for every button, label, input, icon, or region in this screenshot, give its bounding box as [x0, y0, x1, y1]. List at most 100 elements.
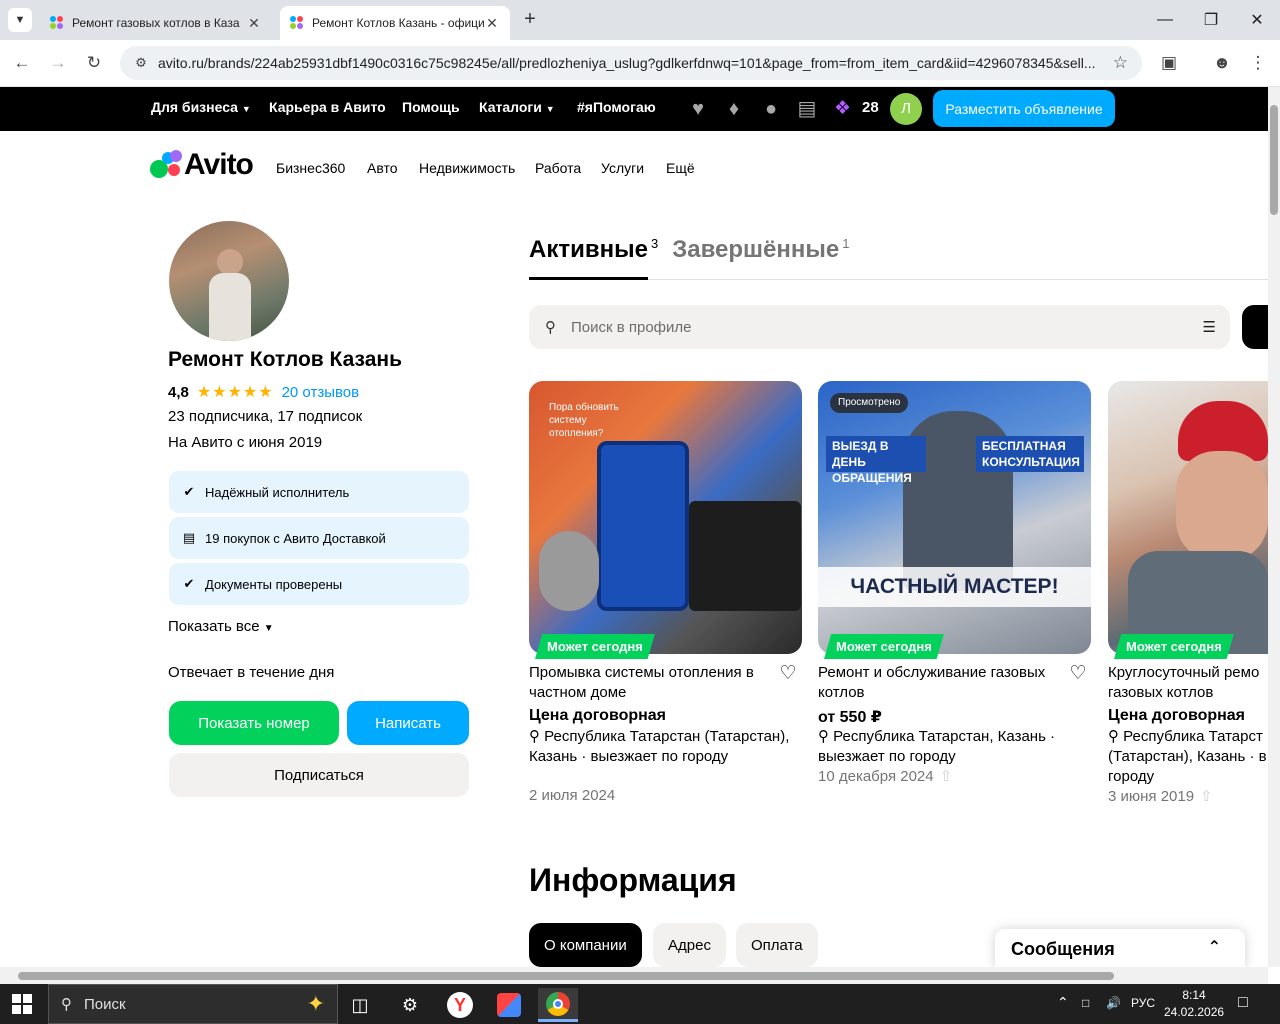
- image-caption: Пора обновить систему отопления?: [549, 402, 619, 439]
- catnav-realty[interactable]: Недвижимость: [419, 160, 515, 176]
- bell-icon[interactable]: ♦: [722, 97, 746, 121]
- extensions-icon[interactable]: ▣: [1156, 50, 1182, 76]
- chevron-down-icon: ▼: [263, 623, 274, 634]
- listing-title[interactable]: Круглосуточный ремо газовых котлов: [1108, 663, 1268, 703]
- nav-help[interactable]: Помощь: [402, 99, 460, 115]
- listing-image[interactable]: Пора обновить систему отопления?: [529, 381, 802, 654]
- site-settings-icon[interactable]: ⚙: [132, 54, 150, 72]
- address-bar[interactable]: ⚙ avito.ru/brands/224ab25931dbf1490c0316…: [120, 46, 1142, 80]
- listing-photo-cases: [689, 501, 801, 611]
- available-today-badge: Может сегодня: [535, 634, 655, 659]
- nav-catalogs[interactable]: Каталоги ▼: [479, 99, 555, 115]
- listing-image[interactable]: [1108, 381, 1268, 654]
- taskbar-clock[interactable]: 8:14 24.02.2026: [1164, 987, 1224, 1021]
- badge-delivery[interactable]: ▤ 19 покупок с Авито Доставкой: [169, 517, 469, 559]
- reviews-link[interactable]: 20 отзывов: [282, 384, 360, 401]
- coins-count: 28: [862, 99, 879, 116]
- window-close-button[interactable]: ✕: [1234, 0, 1280, 40]
- input-language[interactable]: РУС: [1131, 996, 1155, 1010]
- cart-icon[interactable]: ▤: [795, 97, 819, 121]
- seller-rating: 4,8 ★★★★★ 20 отзывов: [168, 382, 359, 402]
- horizontal-scrollbar[interactable]: [0, 967, 1268, 984]
- badge-reliable[interactable]: ✔ Надёжный исполнитель: [169, 471, 469, 513]
- rating-value: 4,8: [168, 383, 189, 401]
- catnav-auto[interactable]: Авто: [367, 160, 398, 176]
- filter-icon[interactable]: ☰: [1203, 318, 1216, 336]
- yandex-browser-icon[interactable]: Y: [440, 988, 480, 1022]
- listing-title[interactable]: Промывка системы отопления в частном дом…: [529, 663, 779, 703]
- tab-completed[interactable]: Завершённые 1: [672, 236, 849, 264]
- listing-date: 3 июня 2019 ⇧: [1108, 788, 1213, 805]
- back-arrow-icon[interactable]: ←: [9, 50, 35, 76]
- messages-label: Сообщения: [1011, 938, 1115, 959]
- listing-date: 2 июля 2024: [529, 787, 616, 804]
- avito-logo[interactable]: Avito: [150, 148, 254, 182]
- vertical-scrollbar[interactable]: [1268, 87, 1280, 967]
- favorite-heart-icon[interactable]: ♡: [777, 662, 799, 684]
- forward-arrow-icon[interactable]: →: [45, 50, 71, 76]
- profile-icon[interactable]: ☻: [1209, 50, 1235, 76]
- chevron-up-icon[interactable]: ⌃: [1208, 937, 1221, 957]
- chip-address[interactable]: Адрес: [653, 923, 726, 967]
- browser-tab-1[interactable]: Ремонт газовых котлов в Каза ✕: [40, 6, 272, 40]
- favorite-heart-icon[interactable]: ♡: [1067, 662, 1089, 684]
- catnav-services[interactable]: Услуги: [601, 160, 644, 176]
- reload-icon[interactable]: ↻: [81, 50, 107, 76]
- minimize-button[interactable]: —: [1142, 0, 1188, 40]
- subscribe-button[interactable]: Подписаться: [169, 753, 469, 797]
- windows-start-icon[interactable]: [12, 994, 32, 1014]
- close-icon[interactable]: ✕: [246, 15, 262, 32]
- url-text: avito.ru/brands/224ab25931dbf1490c0316c7…: [158, 55, 1096, 71]
- ticket-icon[interactable]: ❖: [834, 97, 851, 120]
- task-view-icon[interactable]: ◫: [340, 988, 380, 1022]
- maximize-button[interactable]: ❐: [1188, 0, 1234, 40]
- active-tab-indicator: [529, 277, 648, 280]
- taskbar-search[interactable]: ⚲ Поиск ✦: [48, 984, 338, 1024]
- catnav-business360[interactable]: Бизнес360: [276, 160, 345, 176]
- scrollbar-thumb[interactable]: [18, 972, 1114, 980]
- browser-menu-icon[interactable]: ⋮: [1245, 50, 1271, 76]
- seller-photo[interactable]: [169, 221, 289, 341]
- close-icon[interactable]: ✕: [484, 15, 500, 32]
- profile-search-input[interactable]: ⚲ Поиск в профиле ☰: [529, 305, 1230, 349]
- bookmark-star-icon[interactable]: ☆: [1113, 53, 1128, 73]
- listing-title[interactable]: Ремонт и обслуживание газовых котлов: [818, 663, 1068, 703]
- settings-gear-icon[interactable]: ⚙: [390, 988, 430, 1022]
- tab-active[interactable]: Активные 3: [529, 236, 658, 264]
- chip-about-company[interactable]: О компании: [529, 923, 642, 967]
- volume-icon[interactable]: 🔊: [1106, 996, 1121, 1010]
- notifications-icon[interactable]: □: [1238, 994, 1248, 1012]
- show-all-button[interactable]: Показать все ▼: [168, 618, 274, 635]
- chrome-icon[interactable]: [538, 988, 578, 1022]
- avito-logo-icon: [150, 150, 182, 180]
- media-app-icon[interactable]: [489, 988, 529, 1022]
- nav-for-business[interactable]: Для бизнеса ▼: [151, 99, 251, 115]
- windows-taskbar: ⚲ Поиск ✦ ◫ ⚙ Y ⌃ □ 🔊 РУС 8:14 24.02.202…: [0, 984, 1280, 1024]
- scrollbar-thumb[interactable]: [1270, 105, 1278, 215]
- tab-search-button[interactable]: ▼: [8, 8, 32, 32]
- catnav-more[interactable]: Ещё: [666, 160, 695, 176]
- post-ad-button[interactable]: Разместить объявление: [933, 90, 1115, 127]
- show-number-button[interactable]: Показать номер: [169, 701, 339, 745]
- nav-ipomogayu[interactable]: #яПомогаю: [577, 99, 656, 115]
- site-top-nav: Для бизнеса ▼ Карьера в Авито Помощь Кат…: [0, 87, 1268, 131]
- listing-image[interactable]: ВЫЕЗД В ДЕНЬ ОБРАЩЕНИЯ БЕСПЛАТНАЯ КОНСУЛ…: [818, 381, 1091, 654]
- search-placeholder: Поиск в профиле: [571, 318, 692, 336]
- chip-payment[interactable]: Оплата: [736, 923, 818, 967]
- messages-panel[interactable]: Сообщения ⌃: [995, 929, 1245, 969]
- network-icon[interactable]: □: [1082, 996, 1089, 1010]
- tray-chevron-up-icon[interactable]: ⌃: [1057, 994, 1069, 1011]
- nav-career[interactable]: Карьера в Авито: [269, 99, 386, 115]
- heart-icon[interactable]: ♥: [686, 97, 710, 121]
- browser-tab-2[interactable]: Ремонт Котлов Казань - офици ✕: [280, 6, 510, 40]
- write-button[interactable]: Написать: [347, 701, 469, 745]
- new-tab-button[interactable]: +: [518, 8, 542, 32]
- cart-icon: ▤: [182, 530, 196, 545]
- star-rating-icon: ★★★★★: [196, 384, 274, 401]
- followers-text[interactable]: 23 подписчика, 17 подписок: [168, 408, 362, 425]
- chat-icon[interactable]: ●: [759, 97, 783, 121]
- catnav-jobs[interactable]: Работа: [535, 160, 581, 176]
- badge-documents[interactable]: ✔ Документы проверены: [169, 563, 469, 605]
- search-icon: ⚲: [545, 319, 556, 336]
- user-avatar[interactable]: Л: [890, 93, 922, 125]
